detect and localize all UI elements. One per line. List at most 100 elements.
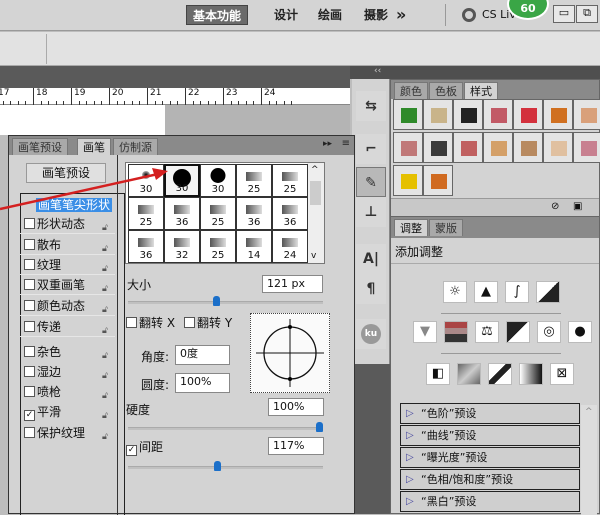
- photo-filter-icon[interactable]: ◎: [537, 321, 561, 343]
- brush-tip[interactable]: 25: [200, 197, 236, 230]
- brush-option-item[interactable]: ✓ 平滑 🔓︎: [20, 402, 115, 422]
- lock-icon[interactable]: 🔓︎: [102, 346, 111, 361]
- panel-menu-icon[interactable]: ≡: [342, 138, 350, 149]
- tab-styles[interactable]: 样式: [464, 82, 498, 99]
- style-swatch[interactable]: [393, 99, 423, 130]
- style-swatch[interactable]: [453, 99, 483, 130]
- brush-option-item[interactable]: 杂色 🔓︎: [20, 342, 115, 362]
- dock-collapse-bar[interactable]: ‹‹: [350, 66, 600, 79]
- brush-option-checkbox[interactable]: [24, 279, 35, 290]
- brush-tip[interactable]: 36: [272, 197, 308, 230]
- style-swatch[interactable]: [453, 132, 483, 163]
- style-swatch[interactable]: [513, 99, 543, 130]
- spacing-input[interactable]: 117%: [268, 437, 324, 455]
- lock-icon[interactable]: 🔓︎: [102, 259, 111, 274]
- tab-color[interactable]: 颜色: [394, 82, 428, 99]
- brush-tip[interactable]: 24: [272, 230, 308, 263]
- brush-panel-icon[interactable]: ✎: [356, 167, 386, 197]
- paragraph-icon[interactable]: ¶: [356, 274, 386, 304]
- style-swatch[interactable]: [483, 99, 513, 130]
- style-swatch[interactable]: [423, 165, 453, 196]
- brush-option-checkbox[interactable]: [24, 427, 35, 438]
- minimize-button[interactable]: ▭: [553, 5, 575, 23]
- brush-option-item[interactable]: 传递 🔓︎: [20, 317, 115, 337]
- style-swatch[interactable]: [513, 132, 543, 163]
- brush-tip[interactable]: 30: [128, 164, 164, 197]
- size-slider[interactable]: [128, 296, 323, 306]
- restore-button[interactable]: ⧉: [576, 5, 598, 23]
- size-slider-thumb[interactable]: [212, 296, 220, 306]
- lock-icon[interactable]: 🔓︎: [102, 427, 111, 442]
- style-swatch[interactable]: [573, 99, 600, 130]
- hardness-slider-thumb[interactable]: [316, 422, 323, 432]
- tab-masks[interactable]: 蒙版: [429, 219, 463, 236]
- style-swatch[interactable]: [543, 99, 573, 130]
- brush-option-checkbox[interactable]: [24, 366, 35, 377]
- brush-option-checkbox[interactable]: [24, 386, 35, 397]
- style-swatch[interactable]: [393, 165, 423, 196]
- angle-roundness-crosshair-icon[interactable]: [251, 314, 329, 392]
- kuler-icon[interactable]: ku: [356, 319, 386, 349]
- adjustment-preset-item[interactable]: ▷ “曝光度”预设: [400, 447, 580, 468]
- lock-icon[interactable]: 🔓︎: [102, 218, 111, 233]
- gradient-map-icon[interactable]: [519, 363, 543, 385]
- brightness-contrast-icon[interactable]: ☼: [443, 281, 467, 303]
- adjustment-preset-item[interactable]: ▷ “曲线”预设: [400, 425, 580, 446]
- history-icon[interactable]: ⇆: [356, 91, 386, 121]
- spacing-slider[interactable]: [128, 461, 323, 471]
- brush-option-item[interactable]: 画笔笔尖形状: [20, 195, 115, 215]
- workspace-photography[interactable]: 摄影: [358, 5, 394, 25]
- exposure-icon[interactable]: [536, 281, 560, 303]
- brush-tip[interactable]: 36: [128, 230, 164, 263]
- lock-icon[interactable]: 🔓︎: [102, 366, 111, 381]
- lock-icon[interactable]: 🔓︎: [102, 279, 111, 294]
- expand-triangle-icon[interactable]: ▷: [406, 470, 414, 489]
- tab-adjustments[interactable]: 调整: [394, 219, 428, 236]
- brush-icon[interactable]: ⌐: [356, 134, 386, 164]
- brush-grid-scrollbar[interactable]: ^ v: [307, 163, 324, 263]
- adjustment-preset-item[interactable]: ▷ “色阶”预设: [400, 403, 580, 424]
- style-swatch[interactable]: [573, 132, 600, 163]
- style-swatch[interactable]: [423, 132, 453, 163]
- workspace-painting[interactable]: 绘画: [312, 5, 348, 25]
- brush-tip[interactable]: 14: [236, 230, 272, 263]
- lock-icon[interactable]: 🔓︎: [102, 321, 111, 336]
- spacing-slider-thumb[interactable]: [214, 461, 222, 471]
- style-swatch[interactable]: [543, 132, 573, 163]
- expand-triangle-icon[interactable]: ▷: [406, 404, 414, 423]
- expand-triangle-icon[interactable]: ▷: [406, 448, 414, 467]
- tab-brush[interactable]: 画笔: [77, 138, 111, 155]
- brush-option-checkbox[interactable]: [24, 346, 35, 357]
- brush-option-item[interactable]: 颜色动态 🔓︎: [20, 296, 115, 316]
- expand-triangle-icon[interactable]: ▷: [406, 426, 414, 445]
- brush-option-item[interactable]: 湿边 🔓︎: [20, 362, 115, 382]
- curves-icon[interactable]: ∫: [505, 281, 529, 303]
- brush-option-checkbox[interactable]: [24, 321, 35, 332]
- size-input[interactable]: 121 px: [262, 275, 323, 293]
- brush-option-checkbox[interactable]: [24, 239, 35, 250]
- workspace-design[interactable]: 设计: [268, 5, 304, 25]
- flip-y-checkbox[interactable]: 翻转 Y: [180, 314, 232, 331]
- brush-presets-button[interactable]: 画笔预设: [26, 163, 106, 183]
- brush-tip[interactable]: 30: [200, 164, 236, 197]
- hardness-slider[interactable]: [128, 422, 323, 432]
- brush-angle-preview[interactable]: [250, 313, 330, 393]
- channel-mixer-icon[interactable]: ●: [568, 321, 592, 343]
- vibrance-icon[interactable]: ▼: [413, 321, 437, 343]
- panel-expand-icon[interactable]: ▸▸: [323, 139, 332, 149]
- brush-option-item[interactable]: 纹理 🔓︎: [20, 255, 115, 275]
- presets-scrollbar[interactable]: ^: [581, 405, 597, 515]
- collapse-icon[interactable]: ‹‹: [374, 66, 381, 76]
- lock-icon[interactable]: 🔓︎: [102, 239, 111, 254]
- workspace-essentials[interactable]: 基本功能: [186, 5, 249, 25]
- roundness-input[interactable]: 100%: [175, 373, 230, 393]
- threshold-icon[interactable]: [488, 363, 512, 385]
- brush-tip[interactable]: 25: [236, 164, 272, 197]
- lock-icon[interactable]: 🔓︎: [102, 300, 111, 315]
- canvas[interactable]: [0, 105, 165, 135]
- brush-option-item[interactable]: 双重画笔 🔓︎: [20, 275, 115, 295]
- brush-option-item[interactable]: 形状动态 🔓︎: [20, 214, 115, 234]
- cs-live-icon[interactable]: [462, 8, 476, 22]
- character-icon[interactable]: A|: [356, 244, 386, 274]
- color-balance-icon[interactable]: ⚖: [475, 321, 499, 343]
